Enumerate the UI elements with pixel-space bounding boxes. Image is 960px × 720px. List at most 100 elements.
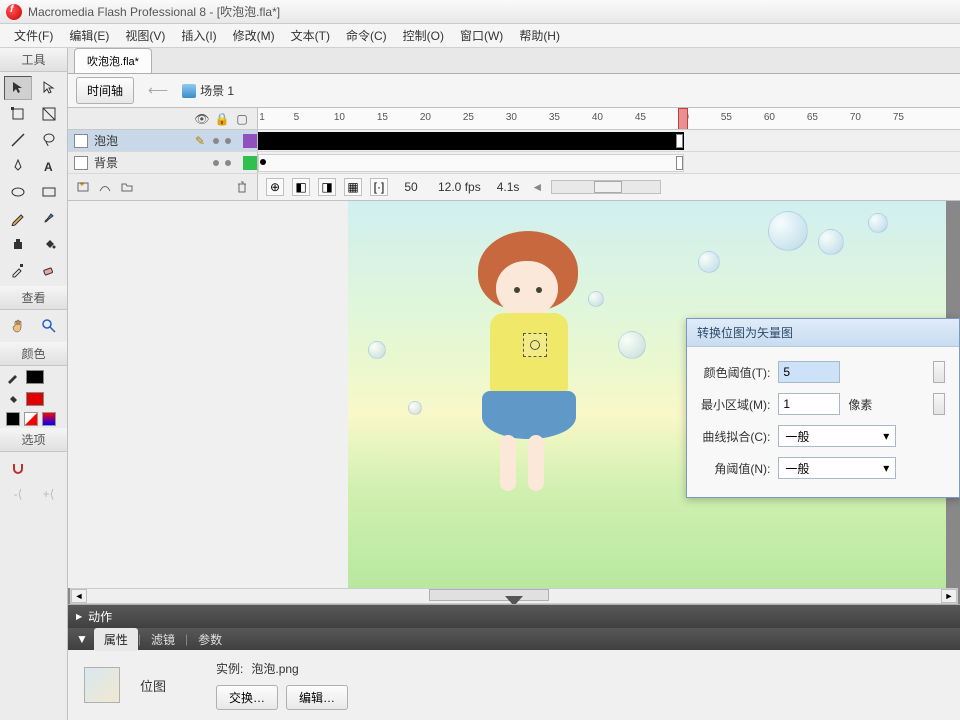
fill-color-swatch[interactable] — [26, 392, 44, 406]
corner-threshold-value: 一般 — [785, 460, 809, 477]
no-color-swatch[interactable] — [24, 412, 38, 426]
registration-point-icon — [530, 340, 540, 350]
frames-track[interactable] — [258, 152, 960, 173]
zoom-tool[interactable] — [35, 314, 63, 338]
menu-help[interactable]: 帮助(H) — [511, 24, 568, 47]
new-folder-button[interactable] — [118, 178, 136, 196]
stage-pasteboard — [68, 201, 348, 588]
new-motion-guide-button[interactable] — [96, 178, 114, 196]
layer-name[interactable]: 泡泡 — [94, 132, 189, 149]
edit-multiple-frames-button[interactable]: ▦ — [344, 178, 362, 196]
lock-icon[interactable]: 🔒 — [215, 112, 229, 126]
title-bar: Macromedia Flash Professional 8 - [吹泡泡.f… — [0, 0, 960, 24]
menu-file[interactable]: 文件(F) — [6, 24, 61, 47]
new-layer-button[interactable] — [74, 178, 92, 196]
timeline-scroll[interactable] — [551, 180, 661, 194]
rectangle-tool[interactable] — [35, 180, 63, 204]
curve-fit-label: 曲线拟合(C): — [701, 428, 770, 445]
bottom-panels: ▶ 动作 ▼ 属性 | 滤镜 | 参数 位图 实例: 泡泡.png — [68, 604, 960, 720]
color-threshold-input[interactable] — [778, 361, 840, 383]
back-arrow-icon[interactable]: ⟵ — [144, 82, 172, 99]
elapsed-value: 4.1s — [493, 180, 524, 194]
instance-thumbnail[interactable] — [84, 667, 120, 703]
eye-icon[interactable]: 👁 — [195, 112, 209, 126]
timeline-panel: 👁 🔒 ▢ 151015202530354045505560657075 泡泡 … — [68, 108, 960, 201]
pen-tool[interactable] — [4, 154, 32, 178]
stroke-color-swatch[interactable] — [26, 370, 44, 384]
black-white-swatch[interactable] — [6, 412, 20, 426]
doc-tab-active[interactable]: 吹泡泡.fla* — [74, 48, 152, 73]
delete-layer-button[interactable] — [233, 178, 251, 196]
menu-window[interactable]: 窗口(W) — [452, 24, 511, 47]
paint-bucket-tool[interactable] — [35, 232, 63, 256]
hand-tool[interactable] — [4, 314, 32, 338]
onion-skin-outlines-button[interactable]: ◨ — [318, 178, 336, 196]
scroll-left-button[interactable]: ◄ — [71, 589, 87, 603]
text-tool[interactable]: A — [35, 154, 63, 178]
tools-title: 工具 — [0, 48, 67, 72]
brush-tool[interactable] — [35, 206, 63, 230]
option-blank — [35, 456, 63, 480]
frames-track[interactable] — [258, 130, 960, 151]
layer-icon — [74, 156, 88, 170]
eraser-tool[interactable] — [35, 258, 63, 282]
free-transform-tool[interactable] — [4, 102, 32, 126]
lasso-tool[interactable] — [35, 128, 63, 152]
menu-modify[interactable]: 修改(M) — [225, 24, 283, 47]
tab-properties[interactable]: 属性 — [94, 628, 138, 651]
layer-color-box[interactable] — [243, 156, 257, 170]
modify-onion-markers-button[interactable]: [·] — [370, 178, 388, 196]
selection-marker[interactable] — [523, 333, 547, 357]
pencil-tool[interactable] — [4, 206, 32, 230]
ink-bottle-tool[interactable] — [4, 232, 32, 256]
menu-text[interactable]: 文本(T) — [283, 24, 338, 47]
subselection-tool[interactable] — [35, 76, 63, 100]
menu-control[interactable]: 控制(O) — [395, 24, 452, 47]
layer-row[interactable]: 背景 — [68, 152, 960, 174]
menu-view[interactable]: 视图(V) — [117, 24, 173, 47]
outline-icon[interactable]: ▢ — [235, 112, 249, 126]
straighten-option[interactable]: +⟨ — [35, 482, 63, 506]
corner-threshold-select[interactable]: 一般 ▾ — [778, 457, 896, 479]
curve-fit-select[interactable]: 一般 ▾ — [778, 425, 896, 447]
dialog-cancel-button-edge[interactable] — [933, 393, 945, 415]
menu-bar: 文件(F) 编辑(E) 视图(V) 插入(I) 修改(M) 文本(T) 命令(C… — [0, 24, 960, 48]
tab-parameters[interactable]: 参数 — [188, 628, 232, 651]
tab-filters[interactable]: 滤镜 — [141, 628, 185, 651]
layer-name[interactable]: 背景 — [94, 154, 189, 171]
layer-icon — [74, 134, 88, 148]
chevron-down-icon: ▾ — [883, 461, 889, 475]
oval-tool[interactable] — [4, 180, 32, 204]
instance-name: 泡泡.png — [251, 660, 298, 677]
scroll-right-button[interactable]: ► — [941, 589, 957, 603]
edit-button[interactable]: 编辑… — [286, 685, 348, 710]
swap-button[interactable]: 交换… — [216, 685, 278, 710]
min-area-input[interactable] — [778, 393, 840, 415]
color-threshold-label: 颜色阈值(T): — [701, 364, 770, 381]
selection-tool[interactable] — [4, 76, 32, 100]
layer-color-box[interactable] — [243, 134, 257, 148]
swap-colors[interactable] — [42, 412, 56, 426]
center-frame-button[interactable]: ⊕ — [266, 178, 284, 196]
smooth-option[interactable]: -⟨ — [4, 482, 32, 506]
snap-option[interactable] — [4, 456, 32, 480]
menu-edit[interactable]: 编辑(E) — [61, 24, 117, 47]
eyedropper-tool[interactable] — [4, 258, 32, 282]
layer-row[interactable]: 泡泡 ✎ — [68, 130, 960, 152]
timeline-toggle-button[interactable]: 时间轴 — [76, 77, 134, 104]
playhead[interactable] — [678, 108, 688, 129]
menu-commands[interactable]: 命令(C) — [338, 24, 395, 47]
line-tool[interactable] — [4, 128, 32, 152]
scroll-thumb[interactable] — [429, 589, 549, 601]
scene-breadcrumb[interactable]: 场景 1 — [182, 82, 234, 99]
onion-skin-button[interactable]: ◧ — [292, 178, 310, 196]
actions-panel-header[interactable]: ▶ 动作 — [68, 605, 960, 628]
properties-body: 位图 实例: 泡泡.png 交换… 编辑… — [68, 650, 960, 720]
collapse-triangle-icon[interactable]: ▼ — [76, 632, 88, 646]
current-frame-value: 50 — [396, 180, 426, 194]
colors-title: 颜色 — [0, 342, 67, 366]
gradient-transform-tool[interactable] — [35, 102, 63, 126]
frame-ruler[interactable]: 151015202530354045505560657075 — [258, 108, 960, 129]
menu-insert[interactable]: 插入(I) — [173, 24, 224, 47]
dialog-ok-button-edge[interactable] — [933, 361, 945, 383]
